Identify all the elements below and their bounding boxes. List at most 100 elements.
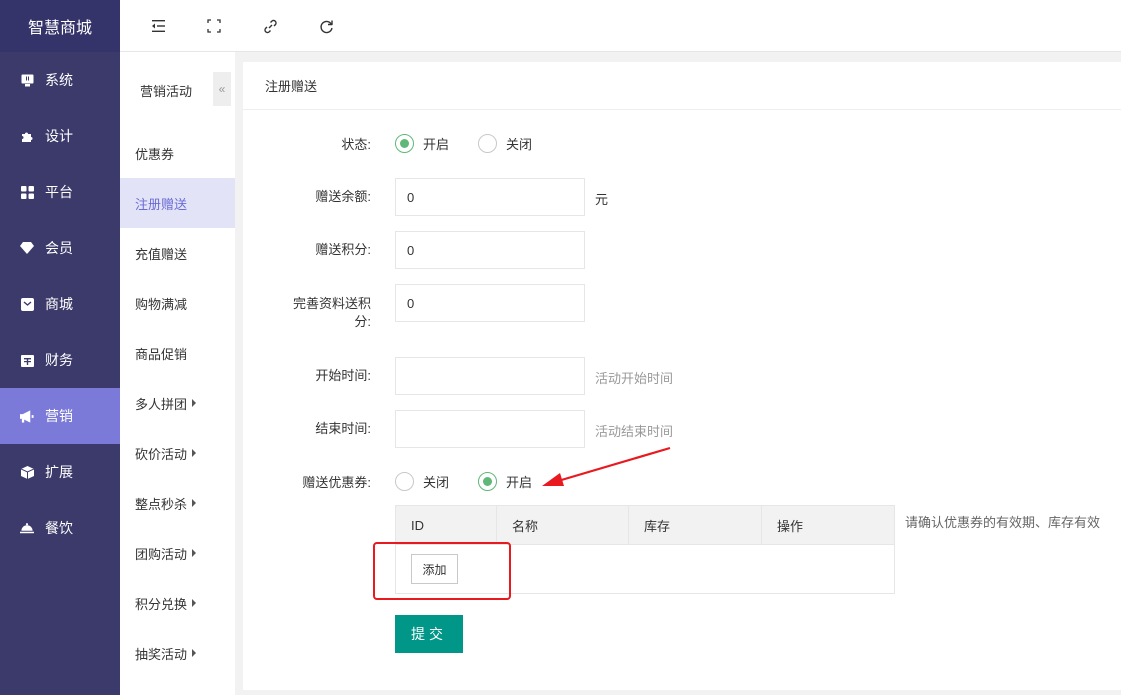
- coupon-table-header: ID 名称 库存 操作: [396, 506, 894, 545]
- puzzle-icon: [20, 129, 34, 143]
- sidebar-item-label: 平台: [45, 184, 73, 200]
- brand-logo: 智慧商城: [0, 0, 120, 52]
- monitor-icon: [20, 73, 34, 87]
- submenu-item-label: 商品促销: [135, 346, 188, 362]
- submenu-item-label: 团购活动: [135, 546, 188, 562]
- caret-right-icon: [192, 499, 197, 507]
- main-sidebar: 智慧商城 系统 设计 平台 会员 商城 财务 营销 扩展 餐饮: [0, 0, 120, 695]
- submenu-item-full-reduction[interactable]: 购物满减: [120, 278, 235, 328]
- submenu-item-group-buy[interactable]: 多人拼团: [120, 378, 235, 428]
- submenu-item-coupon[interactable]: 优惠券: [120, 128, 235, 178]
- status-on-radio[interactable]: 开启: [395, 134, 449, 153]
- submenu-item-label: 整点秒杀: [135, 496, 188, 512]
- submenu-item-label: 充值赠送: [135, 246, 188, 262]
- profile-points-label-line1: 完善资料送积: [292, 296, 371, 311]
- submenu-item-label: 砍价活动: [135, 446, 188, 462]
- end-time-hint: 活动结束时间: [595, 424, 674, 439]
- submenu-item-label: 抽奖活动: [135, 646, 188, 662]
- coupon-on-radio[interactable]: 开启: [478, 472, 532, 491]
- coupon-off-radio[interactable]: 关闭: [395, 472, 449, 491]
- column-header-id: ID: [396, 506, 497, 545]
- submenu-item-product-promotion[interactable]: 商品促销: [120, 328, 235, 378]
- radio-circle: [395, 472, 414, 491]
- annotation-arrow: [542, 446, 671, 486]
- balance-label: 赠送余额:: [315, 189, 371, 204]
- caret-right-icon: [192, 449, 197, 457]
- submenu-item-lottery[interactable]: 抽奖活动: [120, 628, 235, 678]
- annotation-highlight-box: [373, 542, 511, 600]
- start-time-hint: 活动开始时间: [595, 371, 674, 386]
- caret-right-icon: [192, 649, 197, 657]
- submenu-item-label: 注册赠送: [135, 196, 188, 212]
- top-toolbar: [120, 0, 1121, 52]
- sidebar-item-label: 餐饮: [45, 520, 73, 536]
- sidebar-item-member[interactable]: 会员: [0, 220, 120, 276]
- sidebar-item-catering[interactable]: 餐饮: [0, 500, 120, 556]
- link-icon[interactable]: [261, 17, 279, 35]
- column-header-stock: 库存: [629, 506, 762, 545]
- submenu-item-recharge-gift[interactable]: 充值赠送: [120, 228, 235, 278]
- radio-label: 关闭: [506, 137, 533, 152]
- caret-right-icon: [192, 599, 197, 607]
- points-input[interactable]: [395, 231, 585, 269]
- sidebar-item-label: 财务: [45, 352, 73, 368]
- diamond-icon: [20, 241, 34, 255]
- column-header-name: 名称: [497, 506, 629, 545]
- wallet-icon: [20, 353, 34, 367]
- sidebar-item-label: 营销: [45, 408, 73, 424]
- submenu-item-points-exchange[interactable]: 积分兑换: [120, 578, 235, 628]
- sidebar-item-label: 会员: [45, 240, 73, 256]
- submenu-item-label: 优惠券: [135, 146, 175, 162]
- column-header-actions: 操作: [777, 519, 804, 534]
- marketing-submenu: 营销活动 « 优惠券 注册赠送 充值赠送 购物满减 商品促销 多人拼团 砍价活动…: [120, 52, 235, 695]
- grid-icon: [20, 185, 34, 199]
- register-gift-panel: 注册赠送 状态: 开启 关闭 赠送余额: 元 赠送积分: 完善资料送积 分: 开…: [243, 62, 1121, 690]
- sidebar-item-label: 设计: [45, 128, 73, 144]
- end-time-label: 结束时间:: [315, 421, 371, 436]
- profile-points-label: 完善资料送积 分:: [243, 295, 371, 331]
- status-label: 状态:: [341, 137, 371, 152]
- submenu-item-label: 购物满减: [135, 296, 188, 312]
- submenu-item-register-gift[interactable]: 注册赠送: [120, 178, 235, 228]
- radio-label: 开启: [423, 137, 450, 152]
- balance-unit: 元: [595, 192, 609, 207]
- double-chevron-left-icon: «: [218, 82, 226, 96]
- cloche-icon: [20, 521, 34, 535]
- submenu-item-flash-sale[interactable]: 整点秒杀: [120, 478, 235, 528]
- sidebar-item-extension[interactable]: 扩展: [0, 444, 120, 500]
- radio-circle: [478, 134, 497, 153]
- fullscreen-icon[interactable]: [205, 17, 223, 35]
- submenu-item-team-purchase[interactable]: 团购活动: [120, 528, 235, 578]
- start-time-input[interactable]: [395, 357, 585, 395]
- sidebar-item-system[interactable]: 系统: [0, 52, 120, 108]
- page-title: 注册赠送: [243, 62, 1121, 110]
- radio-circle: [395, 134, 414, 153]
- balance-input[interactable]: [395, 178, 585, 216]
- cube-icon: [20, 465, 34, 479]
- submenu-item-bargain[interactable]: 砍价活动: [120, 428, 235, 478]
- refresh-icon[interactable]: [317, 17, 335, 35]
- end-time-input[interactable]: [395, 410, 585, 448]
- caret-right-icon: [192, 549, 197, 557]
- points-label: 赠送积分:: [315, 242, 371, 257]
- indent-icon[interactable]: [149, 17, 167, 35]
- sidebar-item-label: 商城: [45, 296, 73, 312]
- sidebar-item-finance[interactable]: 财务: [0, 332, 120, 388]
- start-time-label: 开始时间:: [315, 368, 371, 383]
- submit-button[interactable]: 提交: [395, 615, 463, 653]
- radio-label: 开启: [506, 475, 533, 490]
- sidebar-item-platform[interactable]: 平台: [0, 164, 120, 220]
- megaphone-icon: [20, 409, 34, 423]
- caret-right-icon: [192, 399, 197, 407]
- collapse-submenu-button[interactable]: «: [213, 72, 231, 106]
- sidebar-item-label: 系统: [45, 72, 73, 88]
- status-off-radio[interactable]: 关闭: [478, 134, 532, 153]
- sidebar-item-mall[interactable]: 商城: [0, 276, 120, 332]
- radio-circle: [478, 472, 497, 491]
- submenu-item-label: 积分兑换: [135, 596, 188, 612]
- coupon-label: 赠送优惠券:: [302, 475, 371, 490]
- profile-points-input[interactable]: [395, 284, 585, 322]
- sidebar-item-marketing[interactable]: 营销: [0, 388, 120, 444]
- profile-points-label-line2: 分:: [354, 314, 371, 329]
- sidebar-item-design[interactable]: 设计: [0, 108, 120, 164]
